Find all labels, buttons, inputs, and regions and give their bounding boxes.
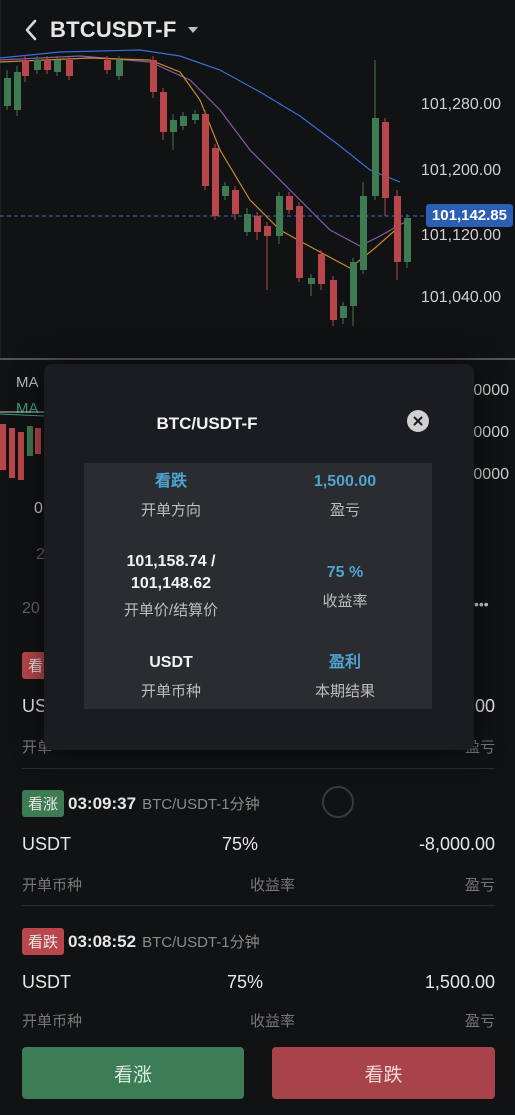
background-text: 0 [34, 500, 43, 517]
detail-cell-direction: 看跌 开单方向 [84, 471, 258, 520]
detail-value: 101,158.74 / [126, 553, 216, 570]
candle [170, 120, 177, 132]
candle [160, 92, 167, 132]
currency-label: 开单币种 [22, 877, 83, 894]
detail-value: 1,500.00 [313, 473, 377, 490]
candle [286, 196, 293, 210]
candle [14, 72, 21, 110]
candle [232, 190, 239, 214]
trade-record[interactable]: 看跌 03:08:52 BTC/USDT-1分钟 USDT 75% 1,500.… [22, 928, 495, 1038]
currency-label: 开单币种 [22, 1013, 83, 1030]
price-level-label: 101,280.00 [420, 96, 501, 113]
background-text: 20 [22, 600, 40, 617]
candle [44, 60, 51, 70]
candle [360, 196, 367, 270]
candle [202, 114, 209, 186]
detail-value: 盈利 [328, 654, 361, 671]
candle [382, 122, 389, 198]
detail-cell-prices: 101,158.74 / 101,148.62 开单价/结算价 [84, 551, 258, 620]
candle [66, 60, 73, 76]
candle [296, 206, 303, 278]
candle [340, 306, 347, 318]
detail-cell-currency: USDT 开单币种 [84, 652, 258, 701]
candle [244, 214, 251, 232]
candle [104, 60, 111, 70]
detail-cell-pnl: 1,500.00 盈亏 [258, 471, 432, 520]
detail-label: 本期结果 [314, 683, 375, 700]
more-icon[interactable]: ••• [474, 596, 489, 612]
candle [318, 254, 325, 284]
trade-detail-modal: BTC/USDT-F 看跌 开单方向 1,500.00 盈亏 101,158.7… [44, 364, 474, 750]
candle [264, 226, 271, 236]
candle [372, 118, 379, 196]
candle [276, 196, 283, 236]
price-level-label: 101,200.00 [420, 162, 501, 179]
rate-label: 收益率 [250, 1013, 296, 1030]
caret-down-icon[interactable] [186, 23, 200, 37]
trade-time: 03:09:37 [68, 793, 137, 813]
candle [394, 196, 401, 262]
rate-label: 收益率 [250, 877, 296, 894]
back-chevron-icon[interactable] [20, 19, 42, 41]
chart-divider [0, 358, 515, 360]
current-price-tag: 101,142.85 [425, 204, 513, 227]
detail-value: USDT [149, 654, 193, 671]
trade-pnl: 1,500.00 [424, 972, 495, 992]
trade-pnl: -8,000.00 [418, 834, 495, 854]
detail-label: 开单币种 [140, 683, 201, 700]
divider [22, 768, 495, 769]
direction-badge: 看跌 [22, 928, 65, 955]
candle [330, 280, 337, 320]
detail-label: 盈亏 [329, 502, 360, 519]
candle [222, 186, 229, 196]
candle [34, 60, 41, 70]
candle [350, 262, 357, 306]
trade-currency: USDT [22, 972, 71, 992]
indicator-scale-label: 0000 [473, 466, 509, 483]
direction-badge: 看涨 [22, 790, 65, 817]
detail-label: 开单价/结算价 [123, 602, 219, 619]
buy-up-button[interactable]: 看涨 [22, 1047, 244, 1099]
trade-detail-table: 看跌 开单方向 1,500.00 盈亏 101,158.74 / 101,148… [84, 463, 432, 709]
volume-bars [0, 411, 44, 480]
price-level-label: 101,120.00 [420, 227, 501, 244]
candle [254, 216, 261, 232]
indicator-scale-label: 0000 [473, 424, 509, 441]
loading-spinner-icon [322, 786, 354, 818]
trade-rate: 75% [227, 972, 264, 992]
page-title[interactable]: BTCUSDT-F [50, 17, 176, 43]
detail-cell-rate: 75 % 收益率 [258, 562, 432, 611]
candle [150, 60, 157, 92]
modal-title: BTC/USDT-F [156, 414, 258, 433]
price-level-label: 101,040.00 [420, 289, 501, 306]
trade-rate: 75% [222, 834, 259, 854]
trade-pair: BTC/USDT-1分钟 [142, 934, 260, 951]
trade-currency: USDT [22, 834, 71, 854]
candle [192, 114, 199, 120]
candle [212, 148, 219, 216]
candle [22, 60, 29, 76]
detail-value: 101,148.62 [130, 575, 212, 592]
candle [404, 218, 411, 262]
header: BTCUSDT-F [0, 0, 515, 60]
trade-time: 03:08:52 [68, 931, 137, 951]
buy-down-button[interactable]: 看跌 [272, 1047, 495, 1099]
detail-label: 开单方向 [140, 502, 201, 519]
detail-cell-result: 盈利 本期结果 [258, 652, 432, 701]
candle [54, 60, 61, 72]
trade-pair: BTC/USDT-1分钟 [142, 796, 260, 813]
candle [116, 60, 123, 76]
trade-record[interactable]: 看涨 03:09:37 BTC/USDT-1分钟 USDT 75% -8,000… [22, 790, 495, 900]
detail-value: 75 % [326, 564, 364, 581]
divider [22, 905, 495, 906]
detail-label: 收益率 [322, 593, 368, 610]
candle [4, 78, 11, 106]
indicator-scale-label: 0000 [473, 382, 509, 399]
close-icon[interactable] [407, 410, 429, 432]
pnl-label: 盈亏 [464, 877, 495, 894]
detail-value: 看跌 [154, 473, 187, 490]
pnl-label: 盈亏 [464, 1013, 495, 1030]
candle [308, 278, 315, 284]
candle [180, 116, 187, 126]
